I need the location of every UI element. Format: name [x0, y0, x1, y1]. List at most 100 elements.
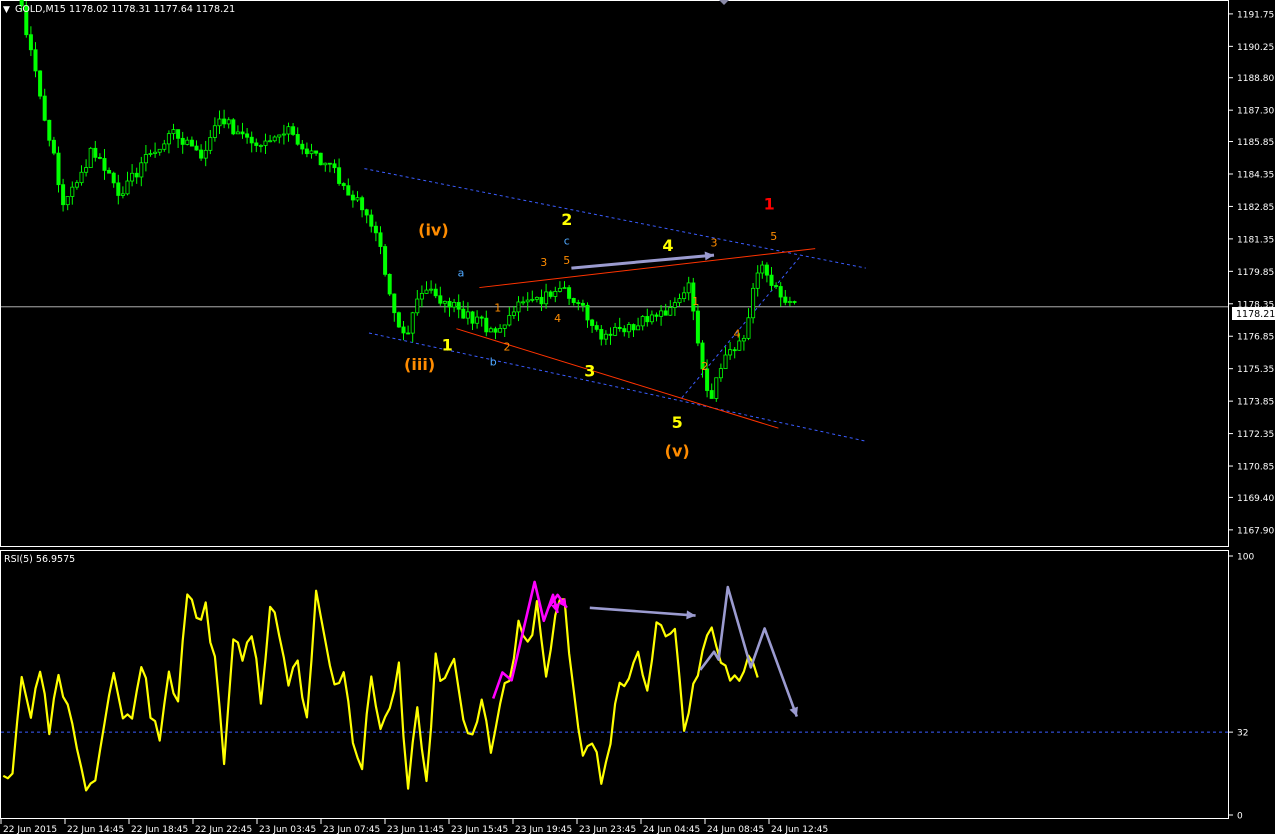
candle-body [433, 288, 438, 297]
candle-body [323, 162, 328, 166]
candle-body [419, 293, 424, 300]
candle-body [134, 172, 139, 178]
price-tick-label: 1188.80 [1237, 74, 1274, 84]
candle-body [410, 312, 415, 334]
wave-label: 2 [561, 210, 572, 229]
candle-body [130, 172, 135, 182]
candle-body [65, 196, 70, 206]
candle-body [157, 148, 162, 153]
candle-body [686, 282, 691, 294]
candle-body [741, 337, 746, 342]
candle-body [295, 134, 300, 145]
candle-body [475, 316, 480, 324]
candle-body [755, 272, 760, 289]
wave-label: (iii) [404, 355, 435, 374]
candle-body [28, 34, 33, 51]
candle-body [107, 170, 112, 174]
candle-body [498, 328, 503, 333]
wave-label: 4 [554, 312, 561, 325]
price-tick-label: 1173.85 [1237, 398, 1274, 408]
price-tick-label: 1190.25 [1237, 43, 1274, 53]
candle-body [346, 185, 351, 196]
wave-label: (iv) [418, 221, 449, 240]
time-axis: 22 Jun 2015 22 Jun 14:45 22 Jun 18:45 22 Ju… [0, 819, 828, 834]
candle-body [548, 291, 553, 297]
candle-body [599, 328, 604, 340]
candle-body [668, 307, 673, 316]
scroll-marker-icon[interactable] [719, 0, 729, 5]
candle-body [429, 288, 434, 291]
candle-body [139, 162, 144, 178]
time-tick-label: 24 Jun 12:45 [771, 825, 828, 834]
candle-body [576, 302, 581, 304]
chart-menu-icon[interactable]: ▼ [3, 5, 10, 15]
candle-body [350, 194, 355, 201]
candle-body [415, 298, 420, 314]
candle-body [617, 326, 622, 330]
candle-body [84, 167, 89, 173]
candle-body [728, 349, 733, 356]
candle-body [723, 354, 728, 370]
candle-body [406, 332, 411, 335]
candle-body [401, 326, 406, 334]
time-tick-label: 23 Jun 15:45 [451, 825, 508, 834]
candle-body [585, 304, 590, 321]
candle-body [93, 147, 98, 158]
candle-body [120, 193, 125, 196]
candle-body [240, 131, 245, 135]
candle-body [185, 139, 190, 145]
price-axis: 1191.75 1190.25 1188.80 1187.30 1185.85 1184.… [1228, 10, 1274, 536]
candle-body [217, 118, 222, 127]
rsi-arrow [699, 585, 799, 718]
candle-body [116, 182, 121, 196]
candle-body [378, 232, 383, 247]
candle-body [97, 156, 102, 159]
candle-body [337, 167, 342, 184]
candle-body [567, 287, 572, 299]
time-tick-label: 24 Jun 04:45 [643, 825, 700, 834]
candle-body [456, 301, 461, 310]
wave-label: c [564, 234, 570, 247]
candle-body [268, 140, 273, 143]
candle-body [383, 246, 388, 275]
candle-body [332, 163, 337, 169]
candle-body [171, 129, 176, 135]
candle-body [309, 150, 314, 155]
candle-body [525, 299, 530, 303]
trading-chart[interactable]: (iv)(iii)1ab12342c5345(v)123451 1191.751… [0, 0, 1275, 834]
candle-body [447, 301, 452, 308]
candle-body [51, 139, 56, 154]
candles-group [19, 0, 797, 402]
rsi-axis: 100 32 0 [1228, 553, 1254, 822]
candle-body [47, 119, 52, 141]
candle-body [774, 285, 779, 287]
candle-body [281, 133, 286, 136]
candle-body [640, 316, 645, 327]
candle-body [203, 149, 208, 159]
candle-body [714, 377, 719, 399]
candle-body [231, 119, 236, 135]
candle-body [438, 295, 443, 304]
wave-label: 3 [540, 256, 547, 269]
candle-body [562, 287, 567, 290]
candle-body [387, 273, 392, 295]
candle-body [553, 291, 558, 297]
price-layer [1, 168, 1228, 442]
candle-body [222, 118, 227, 125]
price-panel-frame [0, 0, 1229, 547]
candle-body [792, 301, 797, 303]
rsi-arrow-head [686, 610, 696, 620]
candle-body [442, 301, 447, 304]
candle-body [461, 308, 466, 319]
candle-body [659, 310, 664, 317]
price-tick-label: 1187.30 [1237, 107, 1274, 117]
wave-label: 3 [711, 236, 718, 249]
candle-body [355, 197, 360, 201]
wave-label: 4 [734, 327, 741, 340]
price-tick-label: 1170.85 [1237, 463, 1274, 473]
candle-body [764, 264, 769, 276]
symbol-timeframe: GOLD,M15 [15, 4, 66, 15]
candle-body [778, 286, 783, 298]
candle-body [373, 225, 378, 234]
rsi-tick-label: 100 [1237, 553, 1254, 563]
